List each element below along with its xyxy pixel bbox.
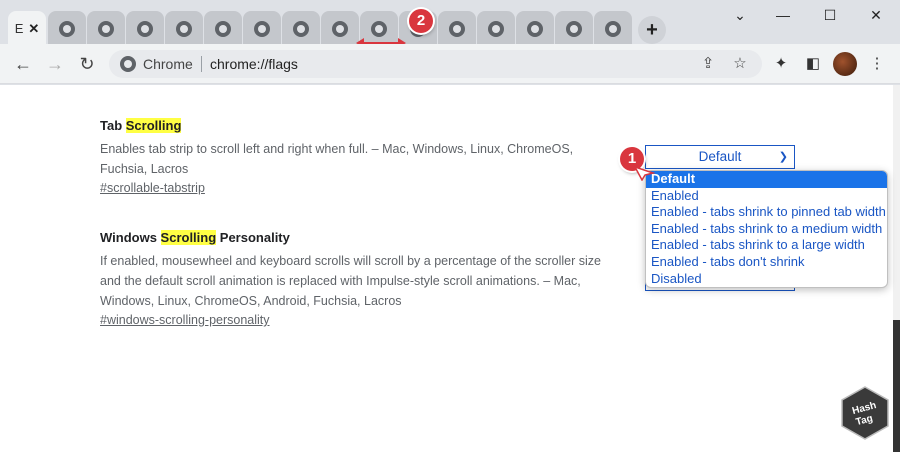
title-text: Windows — [100, 230, 161, 245]
flag-tab-scrolling: Tab Scrolling Enables tab strip to scrol… — [100, 118, 625, 197]
dropdown-option[interactable]: Disabled — [646, 271, 887, 287]
tab-inactive[interactable] — [477, 11, 515, 46]
flag-title: Tab Scrolling — [100, 118, 625, 133]
tab-inactive[interactable] — [282, 11, 320, 46]
tab-inactive[interactable] — [438, 11, 476, 46]
toolbar: ← → ↻ Chrome chrome://flags ⇪ ☆ ✦ ◧ ⋮ — [0, 44, 900, 84]
address-bar[interactable]: Chrome chrome://flags ⇪ ☆ — [109, 50, 762, 78]
tab-inactive[interactable] — [516, 11, 554, 46]
tab-inactive[interactable] — [204, 11, 242, 46]
chrome-icon — [293, 20, 309, 37]
forward-arrow-icon[interactable]: → — [43, 52, 67, 76]
divider — [201, 56, 202, 72]
select-value: Default — [698, 149, 742, 164]
avatar[interactable] — [833, 52, 857, 76]
flag-windows-scrolling-personality: Windows Scrolling Personality If enabled… — [100, 230, 625, 329]
tab-inactive[interactable] — [594, 11, 632, 46]
chrome-icon — [215, 20, 231, 37]
description-line: and the default scroll animation is repl… — [100, 274, 581, 288]
reload-icon[interactable]: ↻ — [75, 52, 99, 76]
dropdown-option[interactable]: Enabled - tabs shrink to a medium width — [646, 221, 887, 238]
chrome-icon — [332, 20, 348, 37]
flag-description: If enabled, mousewheel and keyboard scro… — [100, 251, 625, 311]
extensions-puzzle-icon[interactable]: ✦ — [770, 53, 792, 75]
tab-strip: E ✕ + ⌄ — ☐ ✕ — [0, 0, 900, 46]
flag-title: Windows Scrolling Personality — [100, 230, 625, 245]
close-icon[interactable]: ✕ — [28, 21, 39, 37]
title-text: Personality — [216, 230, 290, 245]
description-line: Windows, Linux, ChromeOS, Android, Fuchs… — [100, 294, 402, 308]
title-text: Tab — [100, 118, 126, 133]
chrome-icon — [98, 20, 114, 37]
new-tab-button[interactable]: + — [638, 16, 666, 44]
bookmark-star-icon[interactable]: ☆ — [730, 54, 750, 74]
tab-inactive[interactable] — [243, 11, 281, 46]
description-line: Fuchsia, Lacros — [100, 162, 189, 176]
chrome-icon — [527, 20, 543, 37]
chrome-icon — [120, 56, 136, 72]
hashtag-logo-icon: Hash Tag — [841, 386, 889, 440]
tab-inactive[interactable] — [126, 11, 164, 46]
omnibox-chip: Chrome — [143, 56, 193, 72]
chrome-icon — [137, 20, 153, 37]
annotation-badge-2: 2 — [409, 9, 433, 33]
tab-inactive[interactable] — [165, 11, 203, 46]
tab-inactive[interactable] — [321, 11, 359, 46]
chrome-icon — [605, 20, 621, 37]
chrome-icon — [449, 20, 465, 37]
tab-active[interactable]: E ✕ — [8, 11, 46, 46]
dropdown-option[interactable]: Enabled - tabs shrink to pinned tab widt… — [646, 204, 887, 221]
flag-link[interactable]: #windows-scrolling-personality — [100, 313, 270, 327]
url-text[interactable]: chrome://flags — [210, 56, 298, 72]
chrome-icon — [371, 20, 387, 37]
tab-inactive[interactable] — [48, 11, 86, 46]
select-dropdown-list[interactable]: Default Enabled Enabled - tabs shrink to… — [645, 170, 888, 288]
menu-dots-icon[interactable]: ⋮ — [866, 53, 888, 75]
description-line: If enabled, mousewheel and keyboard scro… — [100, 254, 601, 268]
chrome-icon — [488, 20, 504, 37]
tab-search-icon[interactable]: ⌄ — [730, 6, 750, 24]
chrome-icon — [254, 20, 270, 37]
chrome-icon — [59, 20, 75, 37]
dropdown-option[interactable]: Enabled — [646, 188, 887, 205]
flag-description: Enables tab strip to scroll left and rig… — [100, 139, 625, 179]
flag-link[interactable]: #scrollable-tabstrip — [100, 181, 205, 195]
flag-select-tab-scrolling[interactable]: Default ❯ — [645, 145, 795, 169]
chrome-icon — [566, 20, 582, 37]
dropdown-option[interactable]: Default — [646, 171, 887, 188]
cursor-pointer-icon — [633, 165, 655, 181]
tab-inactive[interactable] — [555, 11, 593, 46]
title-highlight: Scrolling — [125, 118, 182, 133]
chrome-icon — [176, 20, 192, 37]
back-arrow-icon[interactable]: ← — [11, 52, 35, 76]
tab-title: E — [14, 21, 24, 36]
dropdown-option[interactable]: Enabled - tabs shrink to a large width — [646, 237, 887, 254]
dropdown-option[interactable]: Enabled - tabs don't shrink — [646, 254, 887, 271]
share-icon[interactable]: ⇪ — [698, 54, 718, 74]
maximize-icon[interactable]: ☐ — [820, 6, 840, 24]
close-window-icon[interactable]: ✕ — [866, 6, 886, 24]
scrollbar-thumb[interactable] — [893, 320, 900, 452]
minimize-icon[interactable]: — — [773, 6, 793, 24]
side-panel-icon[interactable]: ◧ — [802, 53, 824, 75]
chevron-down-icon: ❯ — [778, 151, 788, 163]
title-highlight: Scrolling — [160, 230, 217, 245]
tab-inactive[interactable] — [87, 11, 125, 46]
description-line: Enables tab strip to scroll left and rig… — [100, 142, 574, 156]
